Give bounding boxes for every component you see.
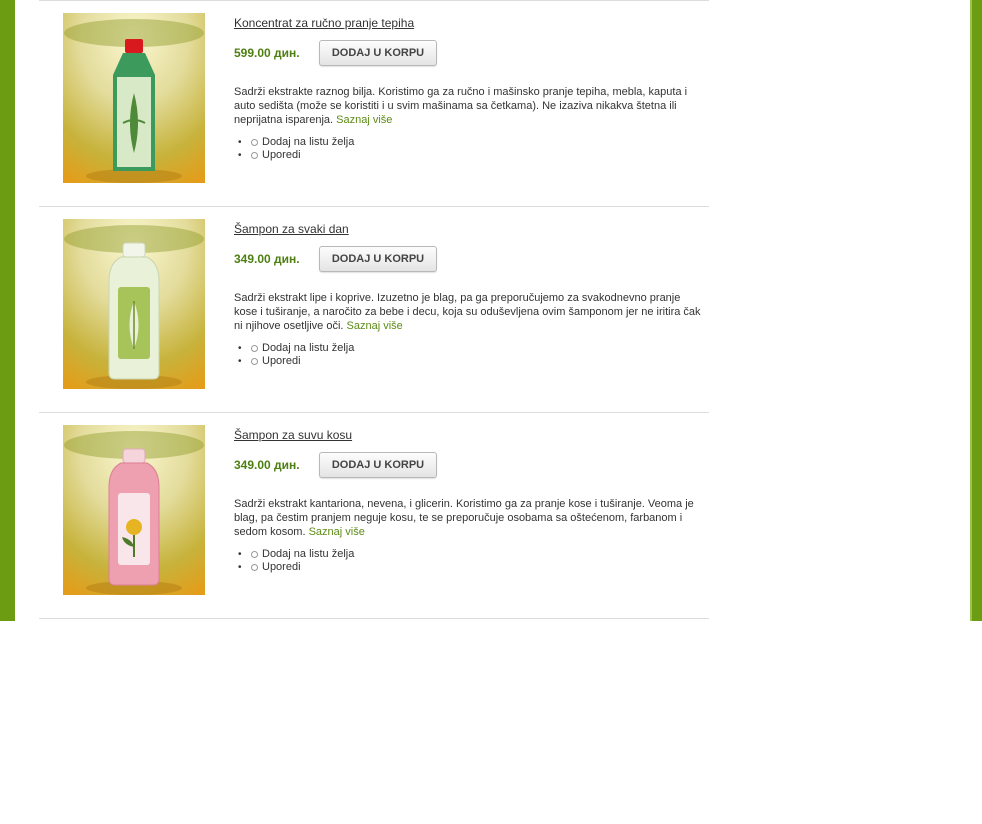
product-item: Šampon za suvu kosu 349.00 дин. DODAJ U … — [39, 412, 709, 618]
bullet-icon: • — [238, 150, 242, 161]
add-to-cart-button[interactable]: DODAJ U KORPU — [319, 452, 437, 478]
bullet-icon: • — [238, 562, 242, 573]
product-price: 349.00 дин. — [234, 458, 300, 472]
compare-link[interactable]: Uporedi — [262, 355, 301, 367]
product-price: 599.00 дин. — [234, 46, 300, 60]
bullet-icon: • — [238, 137, 242, 148]
circle-bullet-icon — [251, 152, 258, 159]
product-description: Sadrži ekstrakt kantariona, nevena, i gl… — [234, 497, 704, 539]
bullet-icon: • — [238, 549, 242, 560]
product-price: 349.00 дин. — [234, 252, 300, 266]
circle-bullet-icon — [251, 551, 258, 558]
read-more-link[interactable]: Saznaj više — [336, 114, 392, 126]
compare-item: • Uporedi — [234, 561, 704, 574]
circle-bullet-icon — [251, 345, 258, 352]
bottle-image — [63, 219, 205, 389]
bullet-icon: • — [238, 356, 242, 367]
wishlist-item: • Dodaj na listu želja — [234, 342, 704, 355]
add-to-cart-button[interactable]: DODAJ U KORPU — [319, 40, 437, 66]
circle-bullet-icon — [251, 564, 258, 571]
compare-link[interactable]: Uporedi — [262, 561, 301, 573]
add-to-cart-button[interactable]: DODAJ U KORPU — [319, 246, 437, 272]
product-actions: • Dodaj na listu želja • Uporedi — [234, 136, 704, 162]
add-to-wishlist-link[interactable]: Dodaj na listu želja — [262, 342, 354, 354]
page-frame-right — [970, 0, 982, 621]
product-actions: • Dodaj na listu želja • Uporedi — [234, 548, 704, 574]
product-description: Sadrži ekstrakte raznog bilja. Koristimo… — [234, 85, 704, 127]
product-actions: • Dodaj na listu želja • Uporedi — [234, 342, 704, 368]
bottle-image — [63, 13, 205, 183]
product-description: Sadrži ekstrakt lipe i koprive. Izuzetno… — [234, 291, 704, 333]
product-image[interactable] — [63, 13, 205, 183]
add-to-wishlist-link[interactable]: Dodaj na listu želja — [262, 548, 354, 560]
description-text: Sadrži ekstrakte raznog bilja. Koristimo… — [234, 86, 688, 126]
wishlist-item: • Dodaj na listu želja — [234, 548, 704, 561]
read-more-link[interactable]: Saznaj više — [347, 320, 403, 332]
compare-link[interactable]: Uporedi — [262, 149, 301, 161]
product-image[interactable] — [63, 425, 205, 595]
wishlist-item: • Dodaj na listu želja — [234, 136, 704, 149]
circle-bullet-icon — [251, 139, 258, 146]
product-title-link[interactable]: Šampon za suvu kosu — [234, 427, 352, 443]
product-item-partial — [39, 618, 709, 824]
circle-bullet-icon — [251, 358, 258, 365]
product-title-link[interactable]: Koncentrat za ručno pranje tepiha — [234, 15, 414, 31]
description-text: Sadrži ekstrakt lipe i koprive. Izuzetno… — [234, 292, 701, 332]
description-text: Sadrži ekstrakt kantariona, nevena, i gl… — [234, 498, 694, 538]
add-to-wishlist-link[interactable]: Dodaj na listu želja — [262, 136, 354, 148]
read-more-link[interactable]: Saznaj više — [309, 526, 365, 538]
bottle-image — [63, 425, 205, 595]
page-frame-left — [0, 0, 15, 621]
product-list: Koncentrat za ručno pranje tepiha 599.00… — [39, 0, 709, 824]
compare-item: • Uporedi — [234, 355, 704, 368]
product-image[interactable] — [63, 219, 205, 389]
product-title-link[interactable]: Šampon za svaki dan — [234, 221, 349, 237]
compare-item: • Uporedi — [234, 149, 704, 162]
product-item: Koncentrat za ručno pranje tepiha 599.00… — [39, 0, 709, 206]
product-item: Šampon za svaki dan 349.00 дин. DODAJ U … — [39, 206, 709, 412]
bullet-icon: • — [238, 343, 242, 354]
